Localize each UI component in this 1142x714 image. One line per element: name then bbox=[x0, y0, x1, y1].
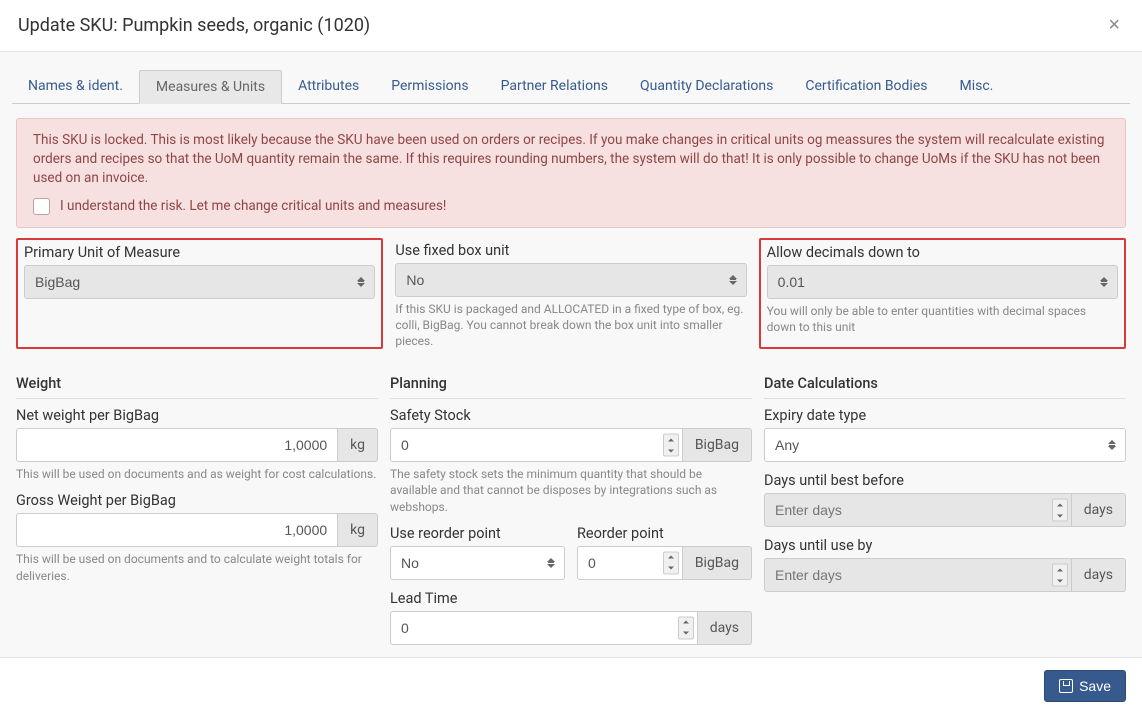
use-reorder-label: Use reorder point bbox=[390, 525, 565, 542]
use-by-label: Days until use by bbox=[764, 537, 1126, 554]
dates-section: Date Calculations bbox=[764, 375, 1126, 399]
decimals-select[interactable]: 0.01 bbox=[767, 265, 1118, 299]
tab-names-ident[interactable]: Names & ident. bbox=[12, 70, 139, 103]
fixed-box-hint: If this SKU is packaged and ALLOCATED in… bbox=[395, 301, 746, 350]
use-by-unit: days bbox=[1072, 558, 1126, 592]
alert-text: This SKU is locked. This is most likely … bbox=[33, 131, 1109, 188]
tab-certification-bodies[interactable]: Certification Bodies bbox=[789, 70, 943, 103]
primary-uom-label: Primary Unit of Measure bbox=[24, 244, 375, 261]
modal-title: Update SKU: Pumpkin seeds, organic (1020… bbox=[18, 15, 370, 36]
stepper-icon[interactable] bbox=[678, 616, 694, 639]
chevron-updown-icon bbox=[1100, 277, 1108, 287]
fixed-box-label: Use fixed box unit bbox=[395, 242, 746, 259]
reorder-label: Reorder point bbox=[577, 525, 752, 542]
reorder-unit: BigBag bbox=[683, 546, 752, 580]
expiry-type-label: Expiry date type bbox=[764, 407, 1126, 424]
decimals-hint: You will only be able to enter quantitie… bbox=[767, 303, 1118, 335]
chevron-updown-icon bbox=[1108, 440, 1116, 450]
tab-partner-relations[interactable]: Partner Relations bbox=[485, 70, 624, 103]
save-button-label: Save bbox=[1079, 678, 1111, 694]
net-weight-hint: This will be used on documents and as we… bbox=[16, 466, 378, 482]
weight-section: Weight bbox=[16, 375, 378, 399]
chevron-updown-icon bbox=[729, 275, 737, 285]
use-reorder-select[interactable]: No bbox=[390, 546, 565, 580]
tab-bar: Names & ident. Measures & Units Attribut… bbox=[12, 52, 1130, 104]
chevron-updown-icon bbox=[357, 277, 365, 287]
risk-checkbox[interactable] bbox=[33, 198, 50, 215]
lead-time-unit: days bbox=[698, 611, 752, 645]
stepper-icon[interactable] bbox=[663, 551, 679, 574]
stepper-icon[interactable] bbox=[663, 434, 679, 457]
net-weight-unit: kg bbox=[338, 428, 378, 462]
safety-stock-hint: The safety stock sets the minimum quanti… bbox=[390, 466, 752, 515]
use-by-input[interactable] bbox=[764, 558, 1072, 592]
gross-weight-label: Gross Weight per BigBag bbox=[16, 492, 378, 509]
chevron-updown-icon bbox=[547, 558, 555, 568]
gross-weight-unit: kg bbox=[338, 513, 378, 547]
tab-misc[interactable]: Misc. bbox=[943, 70, 1009, 103]
risk-checkbox-label: I understand the risk. Let me change cri… bbox=[60, 198, 446, 214]
best-before-input[interactable] bbox=[764, 493, 1072, 527]
lead-time-label: Lead Time bbox=[390, 590, 752, 607]
tab-permissions[interactable]: Permissions bbox=[375, 70, 484, 103]
save-button[interactable]: Save bbox=[1044, 670, 1126, 702]
net-weight-label: Net weight per BigBag bbox=[16, 407, 378, 424]
safety-stock-unit: BigBag bbox=[683, 428, 752, 462]
tab-measures-units[interactable]: Measures & Units bbox=[139, 70, 282, 104]
primary-uom-select[interactable]: BigBag bbox=[24, 265, 375, 299]
planning-section: Planning bbox=[390, 375, 752, 399]
decimals-label: Allow decimals down to bbox=[767, 244, 1118, 261]
close-icon[interactable]: × bbox=[1104, 14, 1124, 37]
safety-stock-label: Safety Stock bbox=[390, 407, 752, 424]
fixed-box-select[interactable]: No bbox=[395, 263, 746, 297]
lead-time-input[interactable] bbox=[390, 611, 698, 645]
gross-weight-input[interactable] bbox=[16, 513, 338, 547]
best-before-label: Days until best before bbox=[764, 472, 1126, 489]
save-icon bbox=[1059, 679, 1073, 693]
tab-quantity-declarations[interactable]: Quantity Declarations bbox=[624, 70, 789, 103]
best-before-unit: days bbox=[1072, 493, 1126, 527]
locked-alert: This SKU is locked. This is most likely … bbox=[16, 118, 1126, 228]
primary-uom-group: Primary Unit of Measure BigBag bbox=[16, 238, 383, 350]
gross-weight-hint: This will be used on documents and to ca… bbox=[16, 551, 378, 583]
decimals-group: Allow decimals down to 0.01 You will onl… bbox=[759, 238, 1126, 350]
safety-stock-input[interactable] bbox=[390, 428, 683, 462]
net-weight-input[interactable] bbox=[16, 428, 338, 462]
expiry-type-select[interactable]: Any bbox=[764, 428, 1126, 462]
tab-attributes[interactable]: Attributes bbox=[282, 70, 375, 103]
stepper-icon[interactable] bbox=[1052, 564, 1068, 587]
stepper-icon[interactable] bbox=[1052, 499, 1068, 522]
